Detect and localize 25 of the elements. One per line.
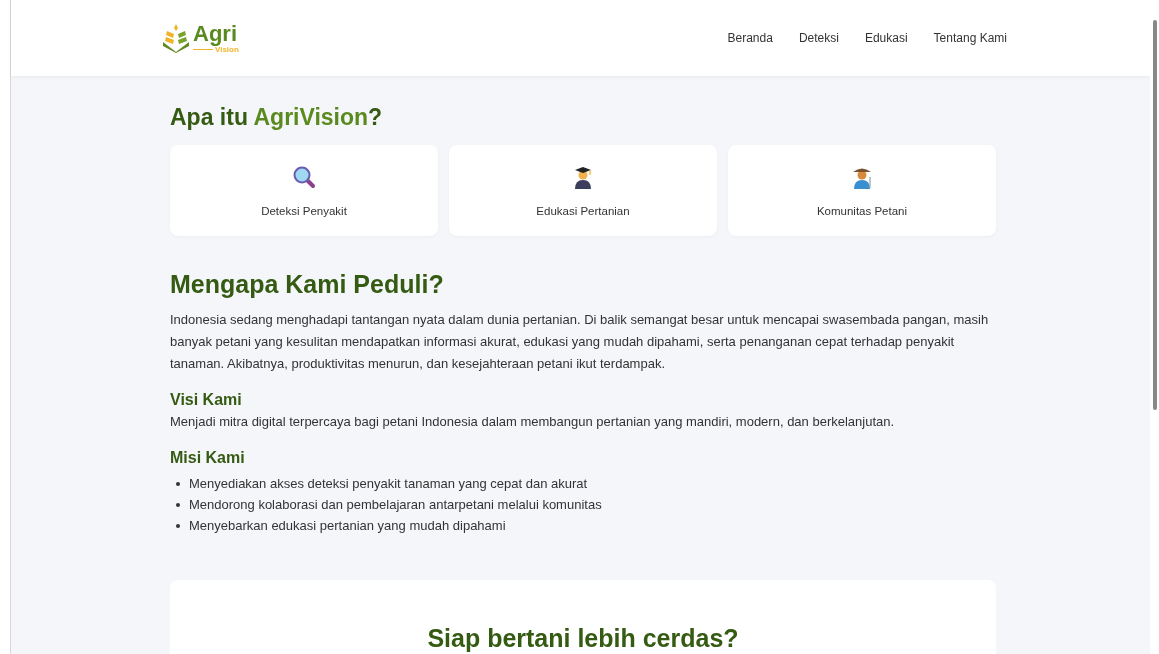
nav-link[interactable]: Beranda: [727, 31, 773, 45]
nav-link[interactable]: Edukasi: [864, 31, 908, 45]
wheat-icon: [161, 23, 191, 53]
mission-item: Menyebarkan edukasi pertanian yang mudah dipahami: [189, 517, 506, 535]
magnifier-icon: [292, 164, 316, 189]
paragraph: Indonesia sedang menghadapi tantangan nyata dalam dunia pertanian. Di balik semangat besar untuk mencapai swasembada pangan, masih banyak petani yang kesulitan mendapatkan informasi akurat, edukasi yang mudah dipahami, serta penanganan cepat terhadap penyakit tanaman. Akibatnya, produktivitas menurun, dan kesejahteraan petani ikut terdampak.: [170, 311, 990, 373]
vision-text: Menjadi mitra digital terpercaya bagi petani Indonesia dalam membangun pertanian yang mandiri, modern, dan berkelanjutan.: [170, 413, 896, 431]
cta-title: Siap bertani lebih cerdas?: [427, 624, 739, 654]
section-title: Mengapa Kami Peduli?: [170, 270, 445, 299]
nav-link[interactable]: Tentang Kami: [933, 31, 1007, 45]
feature-label: Edukasi Pertanian: [536, 204, 630, 217]
feature-label: Komunitas Petani: [816, 204, 908, 217]
scroll-thumb[interactable]: [1152, 20, 1157, 410]
bullet-icon: [176, 502, 180, 507]
logo-text: Agri: [193, 22, 238, 45]
bullet-icon: [176, 523, 180, 528]
bullet-icon: [176, 481, 180, 486]
nav-link[interactable]: Deteksi: [798, 31, 839, 45]
mission-item: Mendorong kolaborasi dan pembelajaran antarpetani melalui komunitas: [189, 496, 602, 514]
mission-item: Menyediakan akses deteksi penyakit tanaman yang cepat dan akurat: [189, 475, 588, 493]
vision-heading: Visi Kami: [170, 391, 243, 409]
logo-tagline: Vision: [215, 45, 239, 54]
section-title: Apa itu AgriVision?: [170, 104, 384, 131]
feature-label: Deteksi Penyakit: [261, 204, 347, 217]
mission-heading: Misi Kami: [170, 449, 246, 467]
